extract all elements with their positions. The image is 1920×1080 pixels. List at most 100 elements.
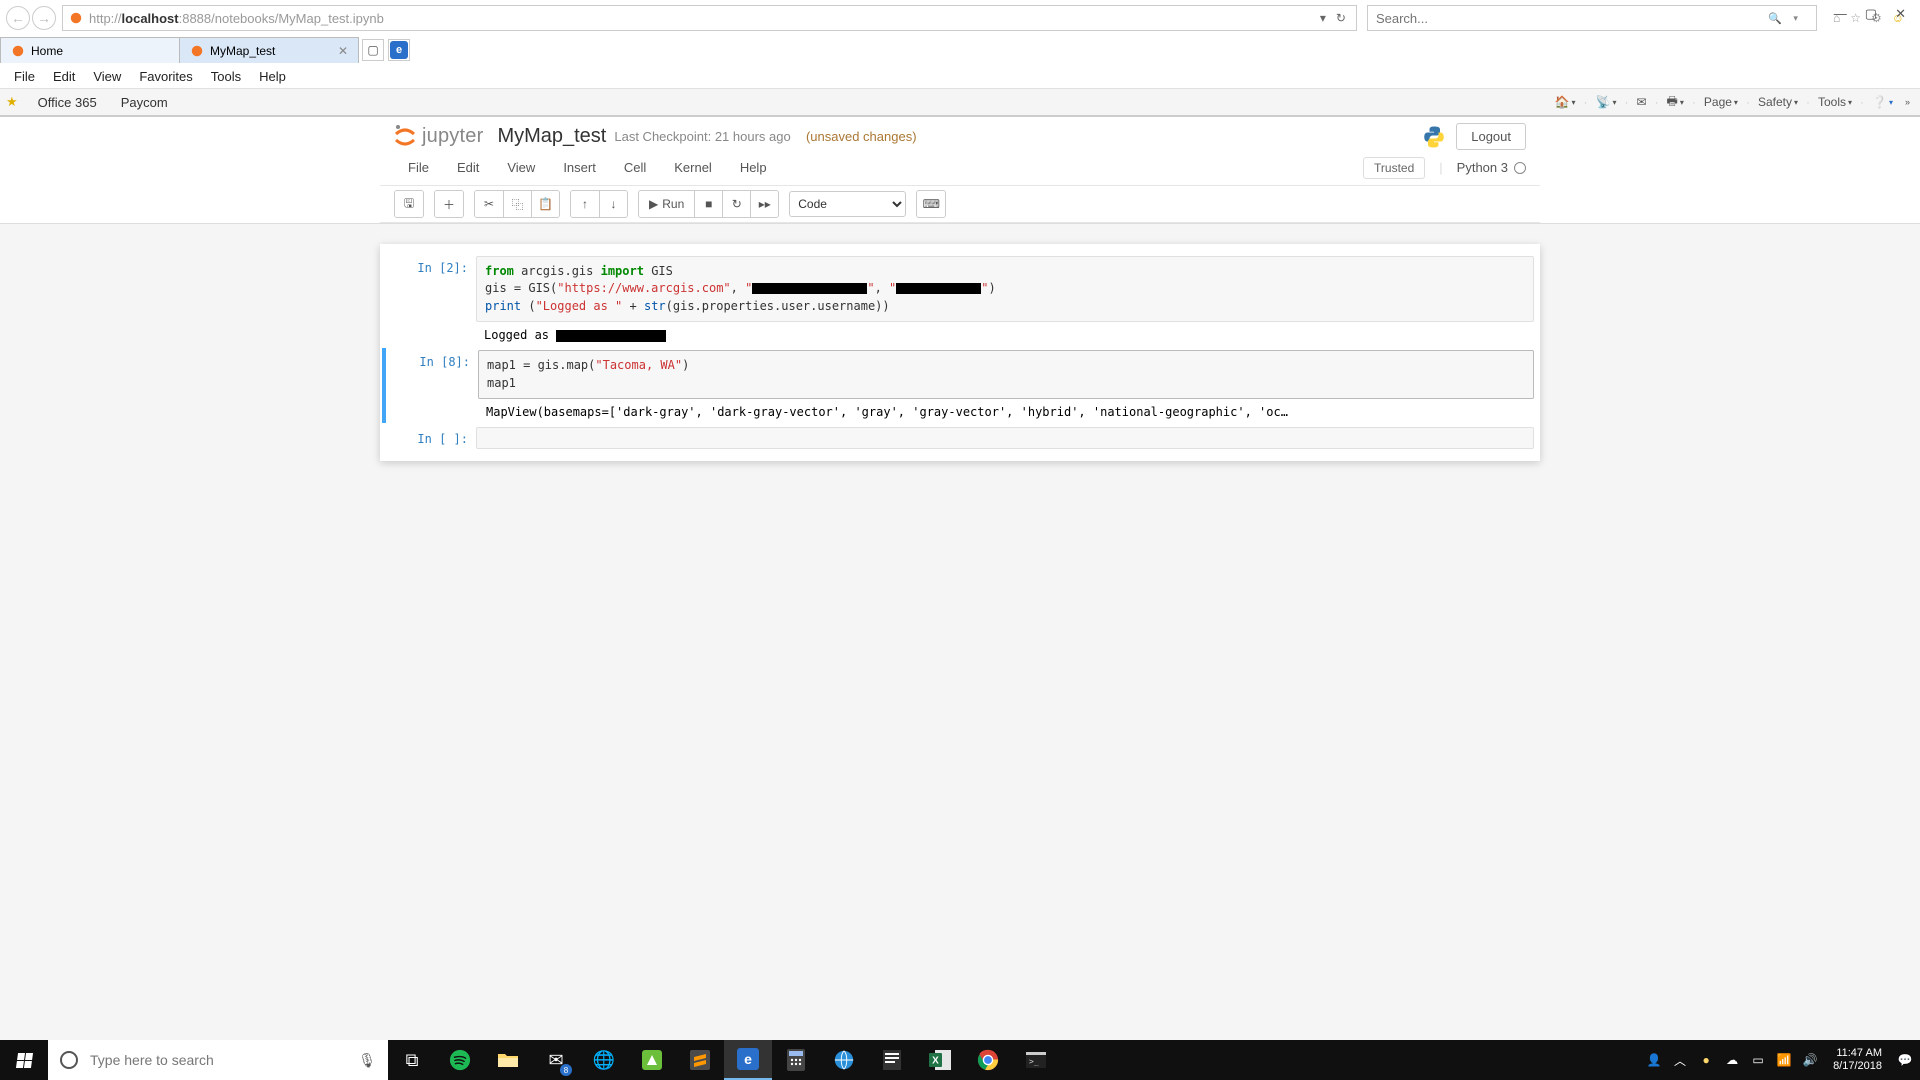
close-tab-icon[interactable]: ✕ <box>338 44 348 58</box>
notebook-title[interactable]: MyMap_test <box>497 125 606 148</box>
kernel-indicator[interactable]: Python 3 <box>1457 160 1526 175</box>
start-button[interactable] <box>0 1040 48 1080</box>
globe-app-icon[interactable] <box>820 1040 868 1080</box>
task-view-icon[interactable]: ⧉ <box>388 1040 436 1080</box>
spotify-icon[interactable] <box>436 1040 484 1080</box>
jupyter-favicon-icon <box>11 44 25 58</box>
tray-up-icon[interactable]: ︿ <box>1671 1052 1689 1069</box>
restart-button[interactable]: ↻ <box>722 191 750 217</box>
jupyter-logo[interactable]: Jupyter <box>394 124 483 150</box>
app-green-icon[interactable] <box>628 1040 676 1080</box>
system-tray: 👤 ︿ ● ☁ ▭ 📶 🔊 11:47 AM 8/17/2018 💬 <box>1639 1047 1920 1073</box>
excel-icon[interactable]: X <box>916 1040 964 1080</box>
menu-view[interactable]: View <box>85 67 129 86</box>
menu-edit[interactable]: Edit <box>45 67 83 86</box>
new-tab-button[interactable]: ▢ <box>362 39 384 61</box>
nb-menu-view[interactable]: View <box>493 152 549 183</box>
refresh-icon[interactable]: ↻ <box>1336 11 1346 25</box>
mail-icon[interactable]: ✉ <box>1632 95 1650 109</box>
window-maximize-icon[interactable]: ▢ <box>1865 6 1877 22</box>
code-input[interactable]: map1 = gis.map("Tacoma, WA") map1 <box>478 350 1534 399</box>
wifi-icon[interactable]: 📶 <box>1775 1053 1793 1067</box>
help-dropdown[interactable]: ❔ ▾ <box>1868 95 1897 109</box>
cell-output: MapView(basemaps=['dark-gray', 'dark-gra… <box>478 399 1534 421</box>
window-close-icon[interactable]: ✕ <box>1895 6 1906 22</box>
nb-menu-help[interactable]: Help <box>726 152 781 183</box>
file-explorer-icon[interactable] <box>484 1040 532 1080</box>
menu-favorites[interactable]: Favorites <box>131 67 200 86</box>
cmd-icon[interactable]: >_ <box>1012 1040 1060 1080</box>
code-input[interactable]: from arcgis.gis import GIS gis = GIS("ht… <box>476 256 1534 322</box>
sublime-icon[interactable] <box>676 1040 724 1080</box>
address-bar[interactable]: http://localhost:8888/notebooks/MyMap_te… <box>62 5 1357 31</box>
favlink-office365[interactable]: Office 365 <box>28 93 107 112</box>
favorites-star-icon[interactable]: ★ <box>6 94 18 110</box>
safety-menu[interactable]: Safety ▾ <box>1754 95 1802 109</box>
restart-run-all-button[interactable]: ▸▸ <box>750 191 778 217</box>
expand-icon[interactable]: » <box>1901 97 1914 107</box>
nb-menu-file[interactable]: File <box>394 152 443 183</box>
mail-icon[interactable]: ✉8 <box>532 1040 580 1080</box>
tab-home[interactable]: Home <box>0 37 180 63</box>
code-cell[interactable]: In [2]: from arcgis.gis import GIS gis =… <box>384 254 1536 346</box>
menu-tools[interactable]: Tools <box>203 67 249 86</box>
nb-menu-kernel[interactable]: Kernel <box>660 152 726 183</box>
calculator-icon[interactable] <box>772 1040 820 1080</box>
back-button[interactable]: ← <box>6 6 30 30</box>
trusted-badge[interactable]: Trusted <box>1363 157 1425 179</box>
code-cell-empty[interactable]: In [ ]: <box>384 425 1536 451</box>
paste-button[interactable]: 📋 <box>531 191 559 217</box>
cut-button[interactable]: ✂ <box>475 191 503 217</box>
logout-button[interactable]: Logout <box>1456 123 1526 150</box>
forward-button[interactable]: → <box>32 6 56 30</box>
move-up-button[interactable]: ↑ <box>571 191 599 217</box>
tab-label: MyMap_test <box>210 44 275 58</box>
cell-type-select[interactable]: Code Markdown Raw NBConvert Heading <box>789 191 906 217</box>
favlink-paycom[interactable]: Paycom <box>111 93 178 112</box>
browser-search-input[interactable] <box>1376 11 1768 26</box>
add-cell-button[interactable]: ＋ <box>435 191 463 217</box>
home-dropdown[interactable]: 🏠 ▾ <box>1551 95 1580 109</box>
page-menu[interactable]: Page ▾ <box>1700 95 1742 109</box>
microphone-icon[interactable]: 🎙 <box>358 1052 376 1069</box>
chrome-icon[interactable] <box>964 1040 1012 1080</box>
command-palette-button[interactable]: ⌨ <box>917 191 945 217</box>
save-button[interactable]: 🖫 <box>395 191 423 217</box>
volume-icon[interactable]: 🔊 <box>1801 1053 1819 1067</box>
dropdown-icon[interactable]: ▾ <box>1320 11 1326 25</box>
print-dropdown[interactable]: 🖶 ▾ <box>1663 92 1688 113</box>
tab-mymap-test[interactable]: MyMap_test ✕ <box>179 37 359 63</box>
nb-menu-edit[interactable]: Edit <box>443 152 493 183</box>
notes-icon[interactable] <box>868 1040 916 1080</box>
interrupt-button[interactable]: ■ <box>694 191 722 217</box>
copy-button[interactable]: ⿻ <box>503 191 531 217</box>
clock[interactable]: 11:47 AM 8/17/2018 <box>1827 1047 1888 1073</box>
ie-icon: e <box>390 41 408 59</box>
search-dropdown-icon[interactable]: ▾ <box>1793 13 1798 24</box>
feeds-dropdown[interactable]: 📡 ▾ <box>1592 95 1621 109</box>
favorites-bar: ★ Office 365 Paycom 🏠 ▾ · 📡 ▾ · ✉ · 🖶 ▾ … <box>0 88 1920 116</box>
search-icon[interactable]: 🔍 <box>1768 12 1782 25</box>
menu-help[interactable]: Help <box>251 67 294 86</box>
code-input[interactable] <box>476 427 1534 449</box>
nb-menu-cell[interactable]: Cell <box>610 152 660 183</box>
move-down-button[interactable]: ↓ <box>599 191 627 217</box>
menu-file[interactable]: File <box>6 67 43 86</box>
people-icon[interactable]: 👤 <box>1645 1053 1663 1067</box>
nb-menu-insert[interactable]: Insert <box>549 152 610 183</box>
taskbar-search[interactable]: Type here to search 🎙 <box>48 1040 388 1080</box>
battery-icon[interactable]: ▭ <box>1749 1053 1767 1067</box>
tools-menu[interactable]: Tools ▾ <box>1814 95 1856 109</box>
cell-prompt: In [8]: <box>388 350 478 421</box>
weather-icon[interactable]: ● <box>1697 1053 1715 1067</box>
window-minimize-icon[interactable]: — <box>1834 6 1847 22</box>
redacted-username <box>752 283 867 294</box>
ie-toggle-button[interactable]: e <box>388 39 410 61</box>
browser-search[interactable]: 🔍 ▾ <box>1367 5 1817 31</box>
globe-icon[interactable]: 🌐 <box>580 1040 628 1080</box>
run-button[interactable]: ▶ Run <box>639 191 694 217</box>
onedrive-icon[interactable]: ☁ <box>1723 1053 1741 1067</box>
notifications-icon[interactable]: 💬 <box>1896 1053 1914 1067</box>
ie-taskbar-icon[interactable]: e <box>724 1040 772 1080</box>
code-cell-selected[interactable]: In [8]: map1 = gis.map("Tacoma, WA") map… <box>382 348 1536 423</box>
